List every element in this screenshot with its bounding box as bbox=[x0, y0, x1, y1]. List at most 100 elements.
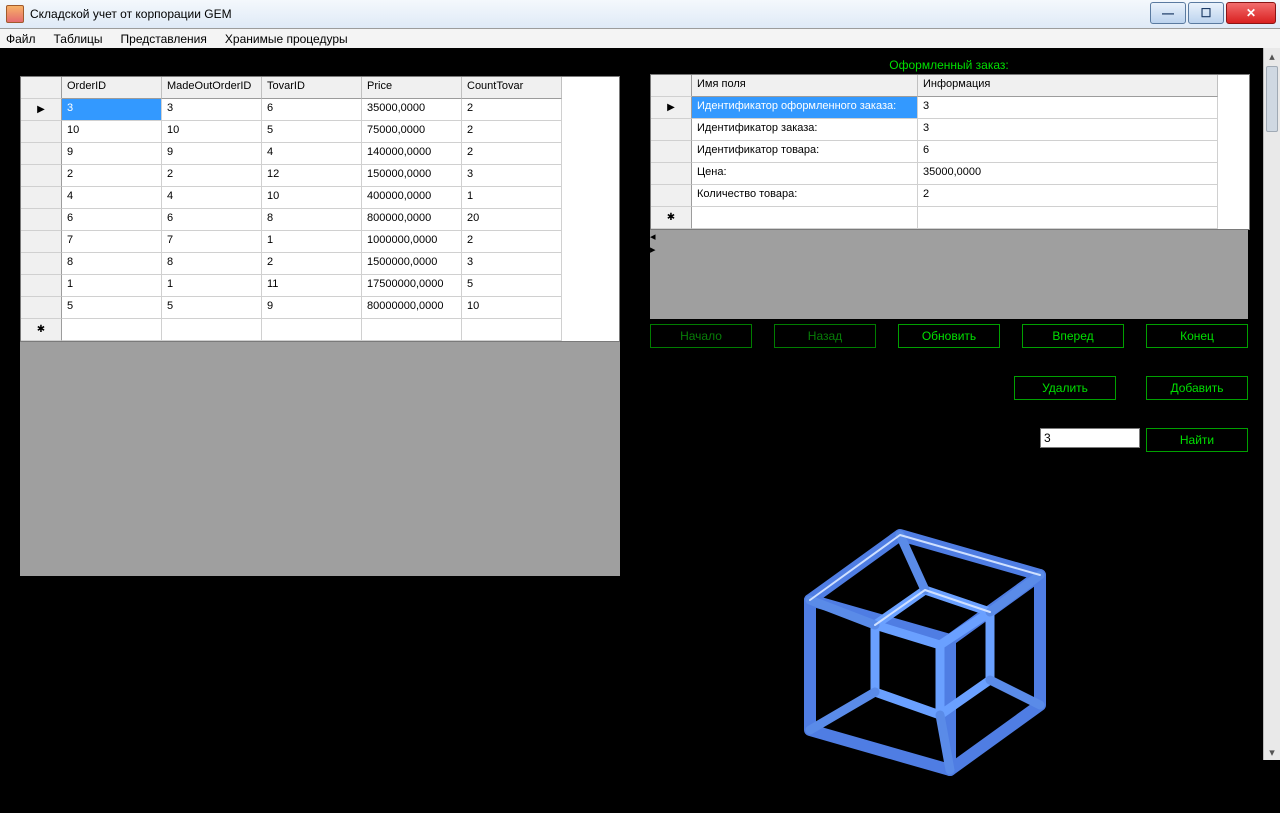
cell[interactable]: 80000000,0000 bbox=[362, 297, 462, 319]
detail-hscrollbar[interactable]: ◂ ▸ bbox=[650, 230, 1248, 256]
cell[interactable]: 35000,0000 bbox=[918, 163, 1218, 185]
table-row[interactable]: Цена:35000,0000 bbox=[651, 163, 1249, 185]
cell[interactable]: 2 bbox=[462, 143, 562, 165]
detail-grid[interactable]: Имя поляИнформация▶Идентификатор оформле… bbox=[650, 74, 1250, 230]
refresh-button[interactable]: Обновить bbox=[898, 324, 1000, 348]
cell[interactable]: 10 bbox=[62, 121, 162, 143]
cell[interactable]: 2 bbox=[462, 99, 562, 121]
cell[interactable]: 1 bbox=[462, 187, 562, 209]
table-row[interactable]: 55980000000,000010 bbox=[21, 297, 619, 319]
table-row[interactable]: 994140000,00002 bbox=[21, 143, 619, 165]
orders-grid[interactable]: OrderIDMadeOutOrderIDTovarIDPriceCountTo… bbox=[20, 76, 620, 342]
cell[interactable] bbox=[918, 207, 1218, 229]
cell[interactable]: 2 bbox=[162, 165, 262, 187]
vscroll-thumb[interactable] bbox=[1266, 66, 1278, 132]
cell[interactable] bbox=[262, 319, 362, 341]
cell[interactable]: 11 bbox=[262, 275, 362, 297]
cell[interactable]: 7 bbox=[62, 231, 162, 253]
minimize-button[interactable]: — bbox=[1150, 2, 1186, 24]
cell[interactable] bbox=[62, 319, 162, 341]
cell[interactable]: 6 bbox=[62, 209, 162, 231]
cell[interactable]: 1 bbox=[62, 275, 162, 297]
search-input[interactable] bbox=[1040, 428, 1140, 448]
cell[interactable]: 1000000,0000 bbox=[362, 231, 462, 253]
cell[interactable]: Количество товара: bbox=[692, 185, 918, 207]
cell[interactable]: 2 bbox=[462, 231, 562, 253]
cell[interactable]: 17500000,0000 bbox=[362, 275, 462, 297]
scroll-up-icon[interactable]: ▴ bbox=[1264, 48, 1280, 64]
col-header[interactable]: Информация bbox=[918, 75, 1218, 97]
table-row[interactable]: 8821500000,00003 bbox=[21, 253, 619, 275]
cell[interactable]: 35000,0000 bbox=[362, 99, 462, 121]
back-button[interactable]: Назад bbox=[774, 324, 876, 348]
cell[interactable]: 3 bbox=[162, 99, 262, 121]
cell[interactable]: 8 bbox=[262, 209, 362, 231]
table-row[interactable]: 668800000,000020 bbox=[21, 209, 619, 231]
scroll-left-icon[interactable]: ◂ bbox=[650, 230, 1248, 243]
new-row[interactable]: ✱ bbox=[21, 319, 619, 341]
cell[interactable]: 10 bbox=[262, 187, 362, 209]
col-header[interactable]: TovarID bbox=[262, 77, 362, 99]
table-row[interactable]: Идентификатор товара:6 bbox=[651, 141, 1249, 163]
col-header[interactable]: CountTovar bbox=[462, 77, 562, 99]
cell[interactable]: 4 bbox=[62, 187, 162, 209]
menu-file[interactable]: Файл bbox=[6, 32, 36, 46]
cell[interactable]: 2 bbox=[62, 165, 162, 187]
cell[interactable]: 9 bbox=[262, 297, 362, 319]
cell[interactable]: Идентификатор товара: bbox=[692, 141, 918, 163]
cell[interactable] bbox=[162, 319, 262, 341]
cell[interactable]: 6 bbox=[262, 99, 362, 121]
cell[interactable]: 3 bbox=[462, 253, 562, 275]
table-row[interactable]: Идентификатор заказа:3 bbox=[651, 119, 1249, 141]
cell[interactable]: Идентификатор заказа: bbox=[692, 119, 918, 141]
cell[interactable]: 2 bbox=[262, 253, 362, 275]
cell[interactable]: 8 bbox=[162, 253, 262, 275]
menu-views[interactable]: Представления bbox=[121, 32, 207, 46]
cell[interactable]: 8 bbox=[62, 253, 162, 275]
table-row[interactable]: ▶Идентификатор оформленного заказа:3 bbox=[651, 97, 1249, 119]
cell[interactable]: 7 bbox=[162, 231, 262, 253]
scroll-down-icon[interactable]: ▾ bbox=[1264, 744, 1280, 760]
menu-procs[interactable]: Хранимые процедуры bbox=[225, 32, 348, 46]
cell[interactable]: 3 bbox=[918, 97, 1218, 119]
cell[interactable]: 400000,0000 bbox=[362, 187, 462, 209]
begin-button[interactable]: Начало bbox=[650, 324, 752, 348]
delete-button[interactable]: Удалить bbox=[1014, 376, 1116, 400]
cell[interactable]: 1500000,0000 bbox=[362, 253, 462, 275]
cell[interactable]: 800000,0000 bbox=[362, 209, 462, 231]
cell[interactable]: 4 bbox=[262, 143, 362, 165]
cell[interactable]: 5 bbox=[262, 121, 362, 143]
table-row[interactable]: 4410400000,00001 bbox=[21, 187, 619, 209]
cell[interactable]: 5 bbox=[462, 275, 562, 297]
cell[interactable]: 10 bbox=[162, 121, 262, 143]
col-header[interactable]: OrderID bbox=[62, 77, 162, 99]
cell[interactable]: 4 bbox=[162, 187, 262, 209]
col-header[interactable]: Имя поля bbox=[692, 75, 918, 97]
cell[interactable]: 5 bbox=[162, 297, 262, 319]
scroll-right-icon[interactable]: ▸ bbox=[650, 243, 1248, 256]
close-button[interactable]: ✕ bbox=[1226, 2, 1276, 24]
cell[interactable]: 9 bbox=[62, 143, 162, 165]
cell[interactable]: 2 bbox=[462, 121, 562, 143]
cell[interactable] bbox=[362, 319, 462, 341]
add-button[interactable]: Добавить bbox=[1146, 376, 1248, 400]
cell[interactable]: 1 bbox=[162, 275, 262, 297]
cell[interactable]: 5 bbox=[62, 297, 162, 319]
cell[interactable] bbox=[462, 319, 562, 341]
cell[interactable]: 2 bbox=[918, 185, 1218, 207]
cell[interactable]: 3 bbox=[918, 119, 1218, 141]
menu-tables[interactable]: Таблицы bbox=[54, 32, 103, 46]
table-row[interactable]: ▶33635000,00002 bbox=[21, 99, 619, 121]
cell[interactable]: 1 bbox=[262, 231, 362, 253]
cell[interactable]: 6 bbox=[162, 209, 262, 231]
maximize-button[interactable]: ☐ bbox=[1188, 2, 1224, 24]
cell[interactable]: 3 bbox=[62, 99, 162, 121]
table-row[interactable]: 1010575000,00002 bbox=[21, 121, 619, 143]
cell[interactable]: 9 bbox=[162, 143, 262, 165]
cell[interactable]: 75000,0000 bbox=[362, 121, 462, 143]
table-row[interactable]: 111117500000,00005 bbox=[21, 275, 619, 297]
cell[interactable]: 10 bbox=[462, 297, 562, 319]
cell[interactable]: 140000,0000 bbox=[362, 143, 462, 165]
col-header[interactable]: MadeOutOrderID bbox=[162, 77, 262, 99]
new-row[interactable]: ✱ bbox=[651, 207, 1249, 229]
